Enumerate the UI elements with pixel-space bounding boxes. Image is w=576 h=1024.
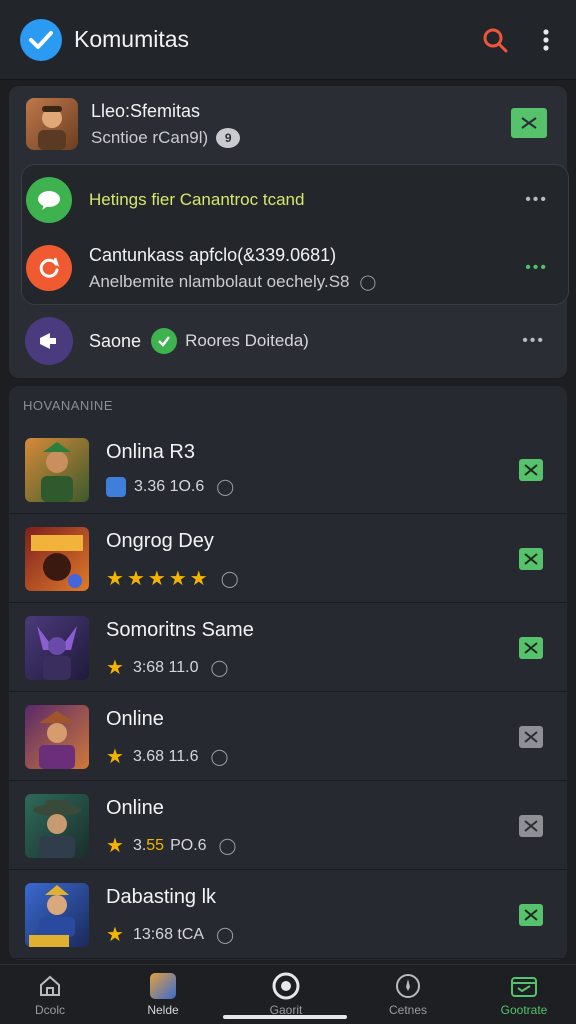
footer-left-label: Saone (89, 330, 142, 351)
home-icon (35, 971, 65, 1001)
megaphone-icon (25, 317, 73, 365)
list-item[interactable]: Ongrog Dey ★ ★ ★ ★ ★ ◯ (9, 514, 567, 603)
star-icon: ★ (189, 568, 208, 590)
game-thumbnail (25, 883, 89, 947)
game-thumbnail (25, 438, 89, 502)
game-avatar-icon (148, 971, 178, 1001)
user-avatar (26, 98, 78, 150)
audio-icon: ◯ (218, 837, 237, 855)
game-rating-c: PO.6 (170, 836, 207, 854)
game-name: Ongrog Dey (106, 530, 214, 552)
refresh-icon (26, 245, 72, 291)
game-name: Online (106, 708, 164, 730)
nav-item-games[interactable]: Nelde (123, 971, 203, 1017)
game-thumbnail (25, 616, 89, 680)
community-card: Lleo:Sfemitas Scntioe rCan9l) 9 Hetings … (9, 86, 569, 378)
game-checkbox[interactable] (519, 904, 543, 926)
notification-sub-2: Anelbemite nlambolaut oechely.S8 (89, 271, 350, 291)
game-meta: ★ 3:68 11.0 ◯ (106, 655, 228, 680)
game-meta: ★ 3. 55 PO.6 ◯ (106, 833, 236, 858)
nav-label: Gootrate (500, 1003, 548, 1017)
notifications-panel: Hetings fier Canantroc tcand ••• Cantunk… (21, 164, 569, 305)
games-section: HOVANANINE Onlina R3 3.36 1O.6 ◯ Ongrog … (9, 386, 567, 960)
footer-row[interactable]: Saone Roores Doiteda) ••• (9, 316, 567, 366)
star-icon: ★ (106, 568, 124, 590)
game-rating-a: 3. (132, 836, 147, 854)
game-checkbox[interactable] (519, 459, 543, 481)
audio-icon: ◯ (359, 273, 377, 291)
more-horiz-icon[interactable]: ••• (525, 259, 548, 277)
list-item[interactable]: Dabasting lk ★ 13:68 tCA ◯ (9, 870, 567, 959)
wallet-icon (509, 971, 539, 1001)
nav-label: Dcolc (34, 1003, 65, 1017)
game-checkbox[interactable] (519, 637, 543, 659)
more-horiz-icon[interactable]: ••• (525, 191, 548, 209)
audio-icon: ◯ (216, 479, 235, 496)
game-rating: 3:68 11.0 (132, 658, 199, 676)
nav-item-centres[interactable]: Cetnes (368, 971, 448, 1017)
circle-icon (271, 971, 301, 1001)
user-row[interactable]: Lleo:Sfemitas Scntioe rCan9l) 9 (9, 96, 567, 152)
nav-label: Nelde (147, 1003, 179, 1017)
game-name: Onlina R3 (106, 441, 195, 463)
audio-icon: ◯ (220, 570, 239, 588)
list-item[interactable]: Online ★ 3.68 11.6 ◯ (9, 692, 567, 781)
game-rating-b: 55 (146, 836, 165, 854)
star-icon: ★ (106, 835, 124, 857)
list-item[interactable]: Somoritns Same ★ 3:68 11.0 ◯ (9, 603, 567, 692)
game-meta: ★ ★ ★ ★ ★ ◯ (106, 566, 239, 591)
star-icon: ★ (147, 568, 166, 590)
section-label: HOVANANINE (23, 398, 113, 413)
star-icon: ★ (106, 924, 124, 946)
user-checkbox[interactable] (511, 108, 547, 138)
audio-icon: ◯ (216, 926, 234, 944)
user-subtitle: Scntioe rCan9l) (91, 127, 209, 147)
home-indicator[interactable] (223, 1015, 347, 1019)
star-icon: ★ (106, 657, 124, 679)
more-horiz-icon[interactable]: ••• (522, 332, 545, 350)
game-thumbnail (25, 794, 89, 858)
compass-icon (393, 971, 423, 1001)
search-icon[interactable] (480, 25, 510, 55)
game-meta: 3.36 1O.6 ◯ (106, 477, 234, 497)
notification-title-2: Cantunkass apfclo(&339.0681) (89, 244, 337, 265)
star-icon: ★ (168, 568, 187, 590)
chat-icon (26, 177, 72, 223)
list-item[interactable]: Onlina R3 3.36 1O.6 ◯ (9, 425, 567, 514)
notification-text-1: Hetings fier Canantroc tcand (89, 190, 305, 209)
game-checkbox[interactable] (519, 815, 543, 837)
game-checkbox[interactable] (519, 548, 543, 570)
game-checkbox[interactable] (519, 726, 543, 748)
game-rating: 3.68 11.6 (132, 747, 199, 765)
app-badge-icon (106, 477, 126, 497)
game-rating: 3.36 1O.6 (134, 478, 205, 495)
notification-row-2[interactable]: Cantunkass apfclo(&339.0681) Anelbemite … (22, 243, 568, 293)
audio-icon: ◯ (210, 748, 229, 766)
app-bar: Komumitas (0, 0, 576, 80)
star-icon: ★ (126, 568, 145, 590)
star-icon: ★ (106, 746, 124, 768)
game-meta: ★ 13:68 tCA ◯ (106, 922, 234, 947)
nav-item-center[interactable]: Gaorit (246, 971, 326, 1017)
game-thumbnail (25, 705, 89, 769)
user-name: Lleo:Sfemitas (91, 100, 201, 121)
game-name: Online (106, 797, 164, 819)
footer-right-label: Roores Doiteda) (185, 331, 309, 350)
nav-item-contacts[interactable]: Gootrate (484, 971, 564, 1017)
verified-check-logo-icon (20, 18, 62, 61)
verified-icon (151, 328, 178, 354)
app-title: Komumitas (74, 26, 190, 52)
nav-item-home[interactable]: Dcolc (10, 971, 90, 1017)
game-thumbnail (25, 527, 89, 591)
nav-label: Cetnes (388, 1003, 428, 1017)
notification-row-1[interactable]: Hetings fier Canantroc tcand ••• (22, 175, 568, 225)
more-vert-icon[interactable] (536, 25, 556, 55)
list-item[interactable]: Online ★ 3. 55 PO.6 ◯ (9, 781, 567, 870)
chat-bubble-icon: 9 (216, 127, 241, 148)
audio-icon: ◯ (210, 659, 229, 677)
game-name: Somoritns Same (106, 619, 254, 641)
game-rating: 13:68 tCA (132, 925, 205, 943)
game-name: Dabasting lk (106, 886, 217, 908)
game-meta: ★ 3.68 11.6 ◯ (106, 744, 228, 769)
